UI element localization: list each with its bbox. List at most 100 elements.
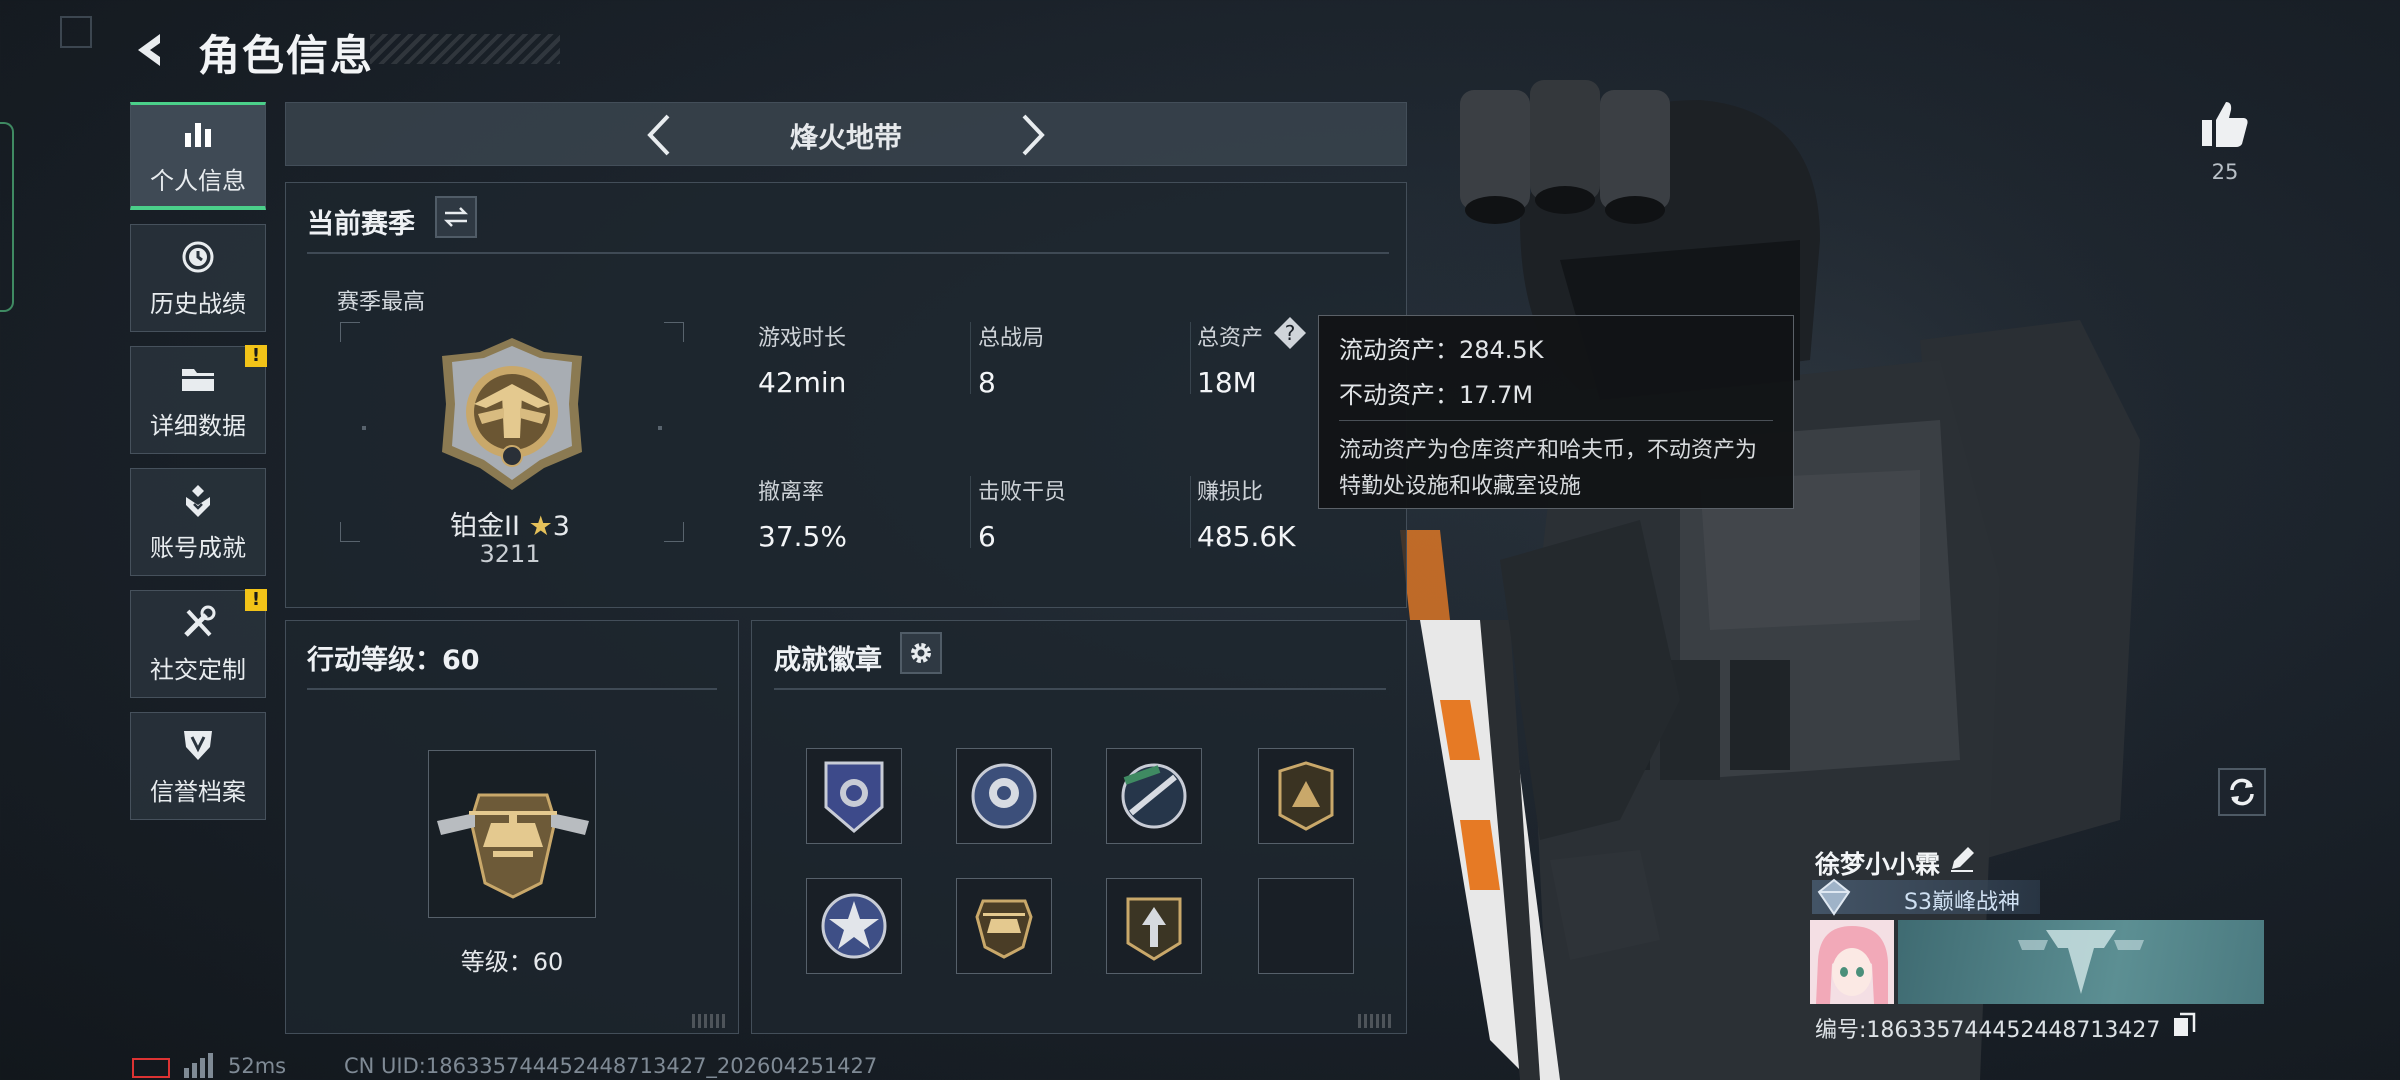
nav-label: 历史战绩 <box>150 289 246 318</box>
nav-item-social[interactable]: ! 社交定制 <box>130 589 267 698</box>
police-badge-icon <box>824 761 884 833</box>
panel-divider <box>774 688 1386 690</box>
nav-item-achievements[interactable]: 账号成就 <box>130 468 266 576</box>
star-emblem-icon <box>821 893 887 959</box>
panel-divider <box>307 252 1389 254</box>
edit-name-button[interactable] <box>1948 845 1976 873</box>
rank-stars: 3 <box>552 511 570 542</box>
tooltip-divider <box>1339 420 1773 421</box>
assets-tooltip: 流动资产：284.5K 不动资产：17.7M 流动资产为仓库资产和哈夫币，不动资… <box>1318 315 1794 509</box>
side-drawer-handle[interactable] <box>0 122 14 312</box>
stat-label: 总资产 <box>1197 326 1264 351</box>
badge-slot-4[interactable] <box>1258 748 1354 844</box>
season-title: 当前赛季 <box>307 209 415 240</box>
folder-icon <box>179 360 217 398</box>
platinum-rank-emblem-icon <box>442 338 582 490</box>
nav-label: 详细数据 <box>150 411 246 440</box>
battery-icon <box>132 1058 170 1078</box>
stat-divider <box>1190 322 1191 394</box>
stat-value: 18M <box>1197 366 1257 399</box>
swap-arrows-icon <box>443 207 469 227</box>
diamond-rank-icon <box>1816 878 1852 916</box>
stat-value: 6 <box>978 520 996 553</box>
stat-divider <box>970 476 971 548</box>
copy-icon <box>2174 1012 2196 1036</box>
back-arrow-icon <box>138 34 160 66</box>
achievement-icon <box>179 482 217 520</box>
arrow-badge-icon <box>1126 897 1182 961</box>
nav-label: 账号成就 <box>150 533 246 562</box>
like-count: 25 <box>2211 160 2239 184</box>
ping-value: 52ms <box>228 1054 287 1078</box>
season-switch-button[interactable] <box>435 196 477 238</box>
nav-item-reputation[interactable]: 信誉档案 <box>130 712 266 820</box>
panel-divider <box>307 688 717 690</box>
rank-name: 铂金II <box>450 511 520 542</box>
triangle-badge-icon <box>1278 761 1334 831</box>
badge-settings-button[interactable] <box>900 632 942 674</box>
stat-play-time: 游戏时长 42min <box>758 320 846 399</box>
stat-total-assets: 总资产 18M <box>1197 320 1263 399</box>
helicopter-badge-icon <box>975 899 1033 959</box>
helicopter-level-emblem-icon <box>437 793 589 899</box>
help-icon[interactable]: ? <box>1273 316 1307 350</box>
refresh-icon <box>2230 778 2254 806</box>
stat-value: 37.5% <box>758 520 847 553</box>
nav-label: 信誉档案 <box>150 777 246 806</box>
like-button[interactable] <box>2198 98 2252 152</box>
svg-text:?: ? <box>1285 321 1296 345</box>
season-best-label: 赛季最高 <box>337 290 426 315</box>
fixed-assets-text: 不动资产：17.7M <box>1339 381 1534 409</box>
corner-square-icon <box>60 16 92 48</box>
stat-profit-ratio: 赚损比 485.6K <box>1197 474 1296 553</box>
nav-label: 社交定制 <box>150 655 246 684</box>
stat-extraction-rate: 撤离率 37.5% <box>758 474 847 553</box>
thumbs-up-icon <box>2202 102 2248 147</box>
history-clock-icon <box>179 238 217 276</box>
uid-text: CN UID:186335744452448713427_20260425142… <box>344 1054 878 1078</box>
player-id: 编号:1863357444524487134​27 <box>1815 1018 2161 1043</box>
panel-corner-decoration <box>1358 1014 1394 1028</box>
nav-item-personal-info[interactable]: 个人信息 <box>130 102 266 210</box>
stat-divider <box>1190 476 1191 548</box>
team-logo-icon <box>2018 930 2144 994</box>
stat-label: 游戏时长 <box>758 326 847 351</box>
player-title: S3巅峰战神 <box>1904 890 2020 915</box>
level-title: 行动等级：60 <box>307 645 480 676</box>
back-button[interactable] <box>130 28 174 72</box>
mode-next-button[interactable] <box>1012 110 1052 160</box>
gear-icon <box>911 643 931 663</box>
badge-slot-7[interactable] <box>1106 878 1202 974</box>
badge-slot-6[interactable] <box>956 878 1052 974</box>
mode-prev-button[interactable] <box>640 110 680 160</box>
liquid-assets-text: 流动资产：284.5K <box>1339 336 1544 364</box>
alert-badge: ! <box>245 589 267 611</box>
badge-slot-2[interactable] <box>956 748 1052 844</box>
stat-value: 8 <box>978 366 996 399</box>
signal-icon <box>182 1052 216 1078</box>
empty-badge-slot[interactable] <box>1258 878 1354 974</box>
stat-value: 485.6K <box>1197 520 1296 553</box>
assets-description: 流动资产为仓库资产和哈夫币，不动资产为特勤处设施和收藏室设施 <box>1339 438 1758 499</box>
page-title: 角色信息 <box>198 31 375 80</box>
stat-label: 赚损比 <box>1197 480 1264 505</box>
shield-icon <box>179 726 217 764</box>
panel-corner-decoration <box>692 1014 728 1028</box>
badges-title: 成就徽章 <box>774 645 882 676</box>
profile-banner <box>1898 920 2264 1004</box>
nav-item-history[interactable]: 历史战绩 <box>130 224 266 332</box>
badge-slot-1[interactable] <box>806 748 902 844</box>
copy-id-button[interactable] <box>2172 1012 2196 1038</box>
mode-title: 烽火地带 <box>789 121 902 154</box>
stat-label: 击败干员 <box>978 480 1067 505</box>
refresh-button[interactable] <box>2218 768 2266 816</box>
rank-score: 3211 <box>479 540 541 568</box>
badge-slot-3[interactable] <box>1106 748 1202 844</box>
nav-item-detailed-data[interactable]: ! 详细数据 <box>130 345 267 454</box>
rank-name-row: 铂金II ★3 <box>420 504 600 543</box>
title-decoration <box>370 34 560 64</box>
bar-chart-icon <box>179 115 217 153</box>
avatar[interactable] <box>1810 920 1894 1004</box>
badge-slot-5[interactable] <box>806 878 902 974</box>
level-emblem-frame <box>428 750 596 918</box>
